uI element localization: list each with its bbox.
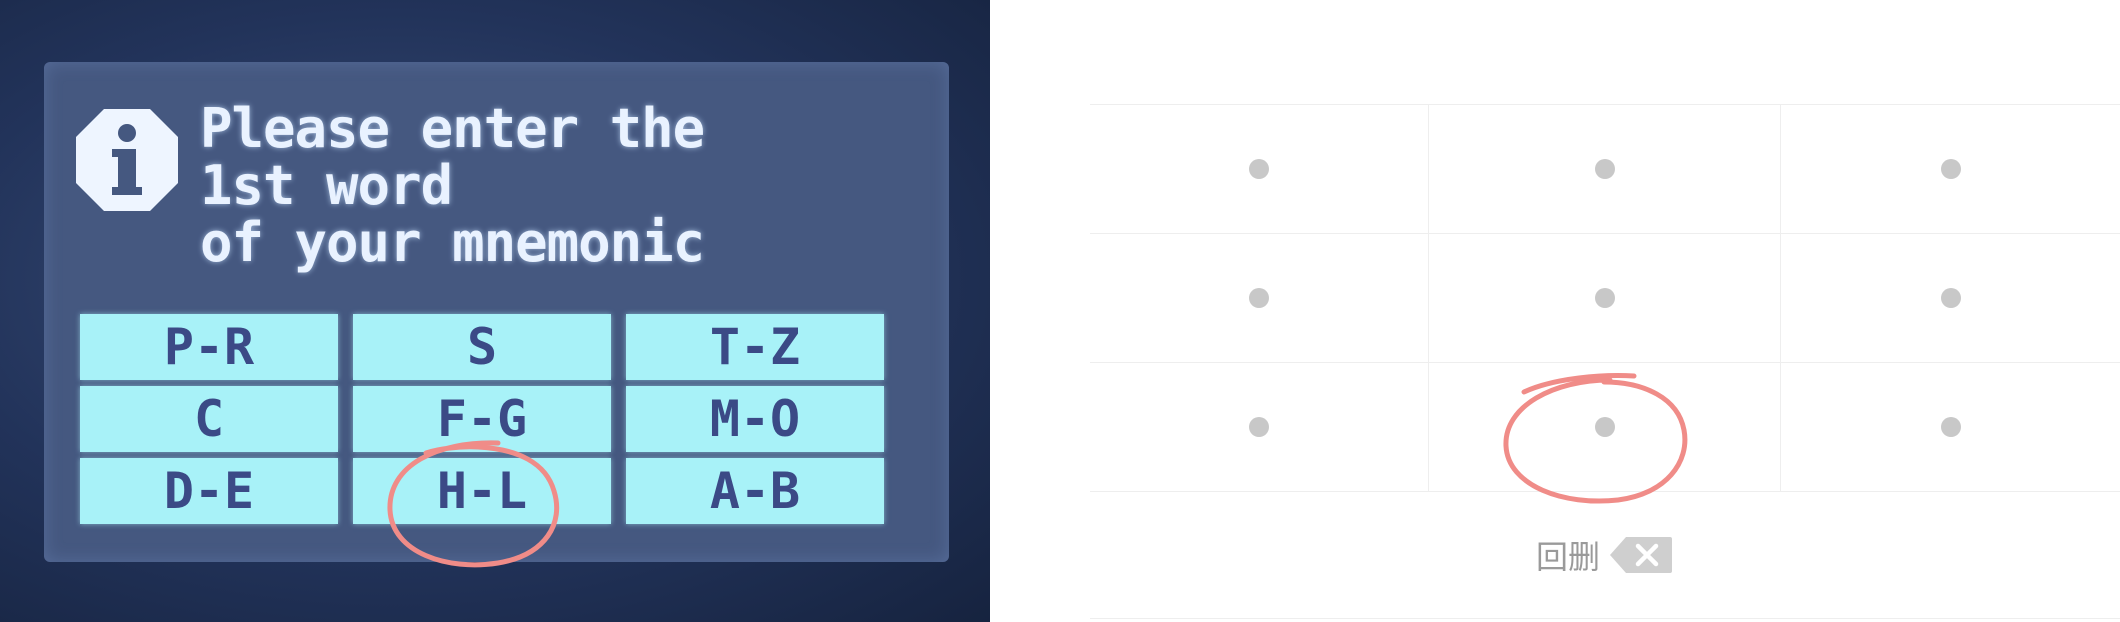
key-a-b[interactable]: A-B — [626, 458, 884, 524]
highlight-circle — [387, 440, 560, 568]
dot-icon — [1249, 417, 1269, 437]
keypad-button-3[interactable] — [1781, 105, 2120, 233]
dot-icon — [1249, 288, 1269, 308]
divider — [1090, 618, 2120, 619]
page: Please enter the 1st word of your mnemon… — [0, 0, 2120, 622]
dot-icon — [1249, 159, 1269, 179]
delete-label: 回删 — [1535, 538, 1600, 576]
keypad-row-2 — [1090, 234, 2120, 363]
device-photo: Please enter the 1st word of your mnemon… — [0, 0, 990, 622]
key-s[interactable]: S — [353, 314, 611, 380]
key-c[interactable]: C — [80, 386, 338, 452]
highlight-circle — [1503, 373, 1688, 504]
keypad-button-2[interactable] — [1429, 105, 1781, 233]
keypad-button-4[interactable] — [1090, 234, 1429, 362]
key-m-o[interactable]: M-O — [626, 386, 884, 452]
delete-control[interactable]: 回删 — [1090, 520, 2120, 590]
key-p-r[interactable]: P-R — [80, 314, 338, 380]
keypad-button-7[interactable] — [1090, 363, 1429, 491]
dot-icon — [1594, 288, 1615, 308]
keypad-button-5[interactable] — [1429, 234, 1781, 362]
keypad-button-1[interactable] — [1090, 105, 1429, 233]
keypad-button-9[interactable] — [1781, 363, 2120, 491]
prompt-line-2: 1st word — [200, 154, 453, 217]
key-t-z[interactable]: T-Z — [626, 314, 884, 380]
phone-keypad-panel: 回删 — [1090, 0, 2120, 622]
info-icon — [76, 109, 178, 211]
dot-icon — [1940, 288, 1961, 308]
dot-icon — [1940, 417, 1961, 437]
dot-icon — [1940, 159, 1961, 179]
dot-icon — [1594, 159, 1615, 179]
keypad-button-6[interactable] — [1781, 234, 2120, 362]
backspace-icon[interactable] — [1608, 535, 1674, 575]
prompt-line-3: of your mnemonic — [200, 211, 705, 274]
prompt-line-1: Please enter the — [200, 97, 705, 160]
mnemonic-prompt: Please enter the 1st word of your mnemon… — [200, 97, 705, 274]
key-d-e[interactable]: D-E — [80, 458, 338, 524]
keypad-row-1 — [1090, 105, 2120, 234]
